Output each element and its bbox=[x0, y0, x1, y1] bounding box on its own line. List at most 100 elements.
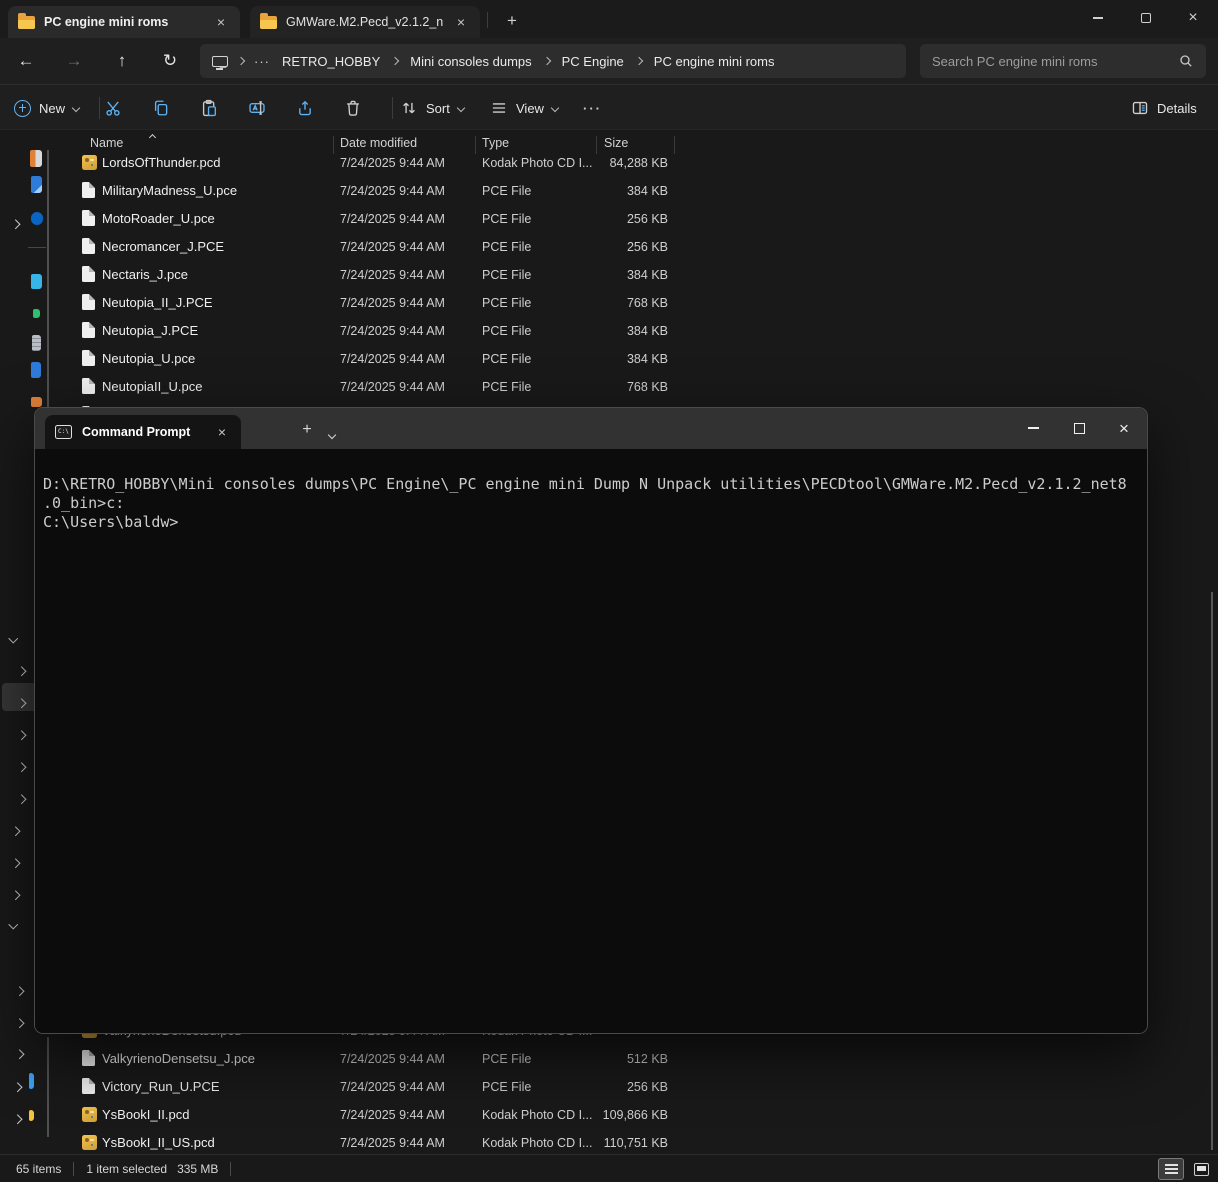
back-button[interactable]: ← bbox=[9, 46, 43, 76]
terminal-window: C:\ Command Prompt × + × D:\RETRO_HOBBY\… bbox=[34, 407, 1148, 1034]
breadcrumb-pc-engine[interactable]: PC Engine bbox=[560, 54, 626, 69]
tree-expand-chevron[interactable] bbox=[12, 821, 19, 839]
tab-close-icon[interactable]: × bbox=[452, 14, 470, 30]
terminal-title-bar[interactable]: C:\ Command Prompt × + × bbox=[35, 408, 1147, 449]
details-pane-icon bbox=[1131, 99, 1149, 117]
tree-expand-chevron[interactable] bbox=[18, 757, 25, 775]
sort-button[interactable]: Sort bbox=[400, 92, 464, 124]
file-row[interactable]: Victory_Run_U.PCE7/24/2025 9:44 AMPCE Fi… bbox=[60, 1072, 685, 1100]
rename-button[interactable] bbox=[248, 92, 266, 124]
breadcrumb-retro-hobby[interactable]: RETRO_HOBBY bbox=[280, 54, 382, 69]
new-tab-button[interactable]: + bbox=[498, 8, 526, 34]
file-row[interactable]: Neutopia_II_J.PCE7/24/2025 9:44 AMPCE Fi… bbox=[60, 288, 685, 316]
terminal-close-button[interactable]: × bbox=[1101, 410, 1147, 446]
new-terminal-tab-button[interactable]: + bbox=[293, 417, 321, 443]
pictures-icon[interactable] bbox=[31, 362, 41, 378]
music-icon[interactable] bbox=[31, 397, 42, 407]
folder-icon bbox=[18, 16, 35, 29]
tree-expand-chevron[interactable] bbox=[18, 661, 25, 679]
refresh-button[interactable]: ↻ bbox=[153, 46, 187, 76]
tree-expand-chevron[interactable] bbox=[16, 1013, 23, 1031]
more-options-button[interactable]: ··· bbox=[583, 92, 602, 124]
tree-expand-chevron[interactable] bbox=[16, 1044, 23, 1062]
status-divider bbox=[73, 1162, 74, 1176]
file-row[interactable]: MotoRoader_U.pce7/24/2025 9:44 AMPCE Fil… bbox=[60, 204, 685, 232]
kodak-photo-cd-icon bbox=[82, 155, 97, 170]
tree-expand-chevron[interactable] bbox=[16, 981, 23, 999]
tree-expand-chevron[interactable] bbox=[14, 1109, 21, 1127]
breadcrumb-mini-consoles[interactable]: Mini consoles dumps bbox=[408, 54, 533, 69]
file-row[interactable]: Neutopia_U.pce7/24/2025 9:44 AMPCE File3… bbox=[60, 344, 685, 372]
thumbnail-view-icon bbox=[1194, 1163, 1209, 1176]
new-button[interactable]: New bbox=[14, 92, 79, 124]
file-icon bbox=[82, 1050, 95, 1066]
thumbnail-view-toggle[interactable] bbox=[1188, 1158, 1214, 1180]
file-row[interactable]: YsBookI_II_US.pcd7/24/2025 9:44 AMKodak … bbox=[60, 1128, 685, 1156]
tree-expand-chevron[interactable] bbox=[12, 214, 19, 232]
file-row[interactable]: Nectaris_J.pce7/24/2025 9:44 AMPCE File3… bbox=[60, 260, 685, 288]
maximize-button[interactable] bbox=[1123, 0, 1169, 36]
sidebar-scrollbar[interactable] bbox=[47, 150, 49, 408]
search-input[interactable] bbox=[932, 54, 1162, 69]
file-row[interactable]: YsBookI_II.pcd7/24/2025 9:44 AMKodak Pho… bbox=[60, 1100, 685, 1128]
file-row[interactable]: ValkyrienoDensetsu_J.pce7/24/2025 9:44 A… bbox=[60, 1044, 685, 1072]
terminal-maximize-button[interactable] bbox=[1056, 410, 1102, 446]
folder-icon bbox=[29, 1073, 34, 1089]
terminal-output[interactable]: D:\RETRO_HOBBY\Mini consoles dumps\PC En… bbox=[35, 449, 1147, 1034]
tab-close-icon[interactable]: × bbox=[212, 14, 230, 30]
file-row[interactable]: Necromancer_J.PCE7/24/2025 9:44 AMPCE Fi… bbox=[60, 232, 685, 260]
breadcrumb-pc-engine-mini-roms[interactable]: PC engine mini roms bbox=[652, 54, 777, 69]
address-bar[interactable]: ··· RETRO_HOBBY Mini consoles dumps PC E… bbox=[200, 44, 906, 78]
terminal-prompt-line: C:\Users\baldw> bbox=[43, 513, 1147, 532]
tree-expand-chevron[interactable] bbox=[14, 1077, 21, 1095]
tree-expand-chevron[interactable] bbox=[18, 789, 25, 807]
file-row[interactable]: Neutopia_J.PCE7/24/2025 9:44 AMPCE File3… bbox=[60, 316, 685, 344]
copy-button[interactable] bbox=[152, 92, 170, 124]
terminal-tab[interactable]: C:\ Command Prompt × bbox=[45, 415, 241, 449]
file-row[interactable]: MilitaryMadness_U.pce7/24/2025 9:44 AMPC… bbox=[60, 176, 685, 204]
documents-icon[interactable] bbox=[32, 335, 41, 351]
terminal-line: .0_bin>c: bbox=[43, 494, 1147, 513]
details-pane-button[interactable]: Details bbox=[1131, 92, 1197, 124]
delete-button[interactable] bbox=[344, 92, 362, 124]
cut-button[interactable] bbox=[104, 92, 122, 124]
explorer-tab-strip: PC engine mini roms × GMWare.M2.Pecd_v2.… bbox=[0, 0, 1218, 38]
tree-expand-chevron[interactable] bbox=[18, 693, 25, 711]
view-button[interactable]: View bbox=[490, 92, 558, 124]
home-icon[interactable] bbox=[30, 150, 42, 167]
tree-expand-chevron[interactable] bbox=[18, 725, 25, 743]
details-view-icon bbox=[1165, 1164, 1178, 1175]
explorer-tab-pc-engine[interactable]: PC engine mini roms × bbox=[8, 6, 240, 38]
search-box[interactable] bbox=[920, 44, 1206, 78]
tab-close-icon[interactable]: × bbox=[213, 424, 231, 440]
share-button[interactable] bbox=[296, 92, 314, 124]
desktop-icon[interactable] bbox=[31, 274, 42, 289]
breadcrumb-overflow[interactable]: ··· bbox=[254, 54, 270, 69]
terminal-minimize-button[interactable] bbox=[1010, 410, 1056, 446]
tree-expand-chevron[interactable] bbox=[12, 853, 19, 871]
tree-collapse-chevron[interactable] bbox=[10, 628, 17, 646]
up-button[interactable]: ↑ bbox=[105, 46, 139, 76]
file-icon bbox=[82, 350, 95, 366]
gallery-icon[interactable] bbox=[31, 176, 42, 193]
close-button[interactable]: × bbox=[1170, 0, 1216, 36]
onedrive-icon[interactable] bbox=[31, 212, 43, 225]
paste-button[interactable] bbox=[200, 92, 218, 124]
command-bar: New bbox=[0, 84, 1218, 130]
folder-icon bbox=[260, 16, 277, 29]
forward-button[interactable]: → bbox=[57, 46, 91, 76]
explorer-tab-gmware[interactable]: GMWare.M2.Pecd_v2.1.2_net8.0 × bbox=[250, 6, 480, 38]
minimize-button[interactable] bbox=[1075, 0, 1121, 36]
terminal-tab-dropdown[interactable] bbox=[329, 425, 335, 443]
sort-label: Sort bbox=[426, 101, 450, 116]
sidebar-scrollbar[interactable] bbox=[47, 1037, 49, 1137]
tree-collapse-chevron[interactable] bbox=[10, 914, 17, 932]
downloads-icon[interactable] bbox=[33, 309, 40, 318]
file-row[interactable]: NeutopiaII_U.pce7/24/2025 9:44 AMPCE Fil… bbox=[60, 372, 685, 400]
scissors-icon bbox=[104, 99, 122, 117]
file-list-scrollbar[interactable] bbox=[1211, 592, 1213, 1150]
tree-expand-chevron[interactable] bbox=[12, 885, 19, 903]
details-view-toggle[interactable] bbox=[1158, 1158, 1184, 1180]
file-row[interactable]: LordsOfThunder.pcd7/24/2025 9:44 AMKodak… bbox=[60, 148, 685, 176]
chevron-down-icon bbox=[72, 104, 80, 112]
